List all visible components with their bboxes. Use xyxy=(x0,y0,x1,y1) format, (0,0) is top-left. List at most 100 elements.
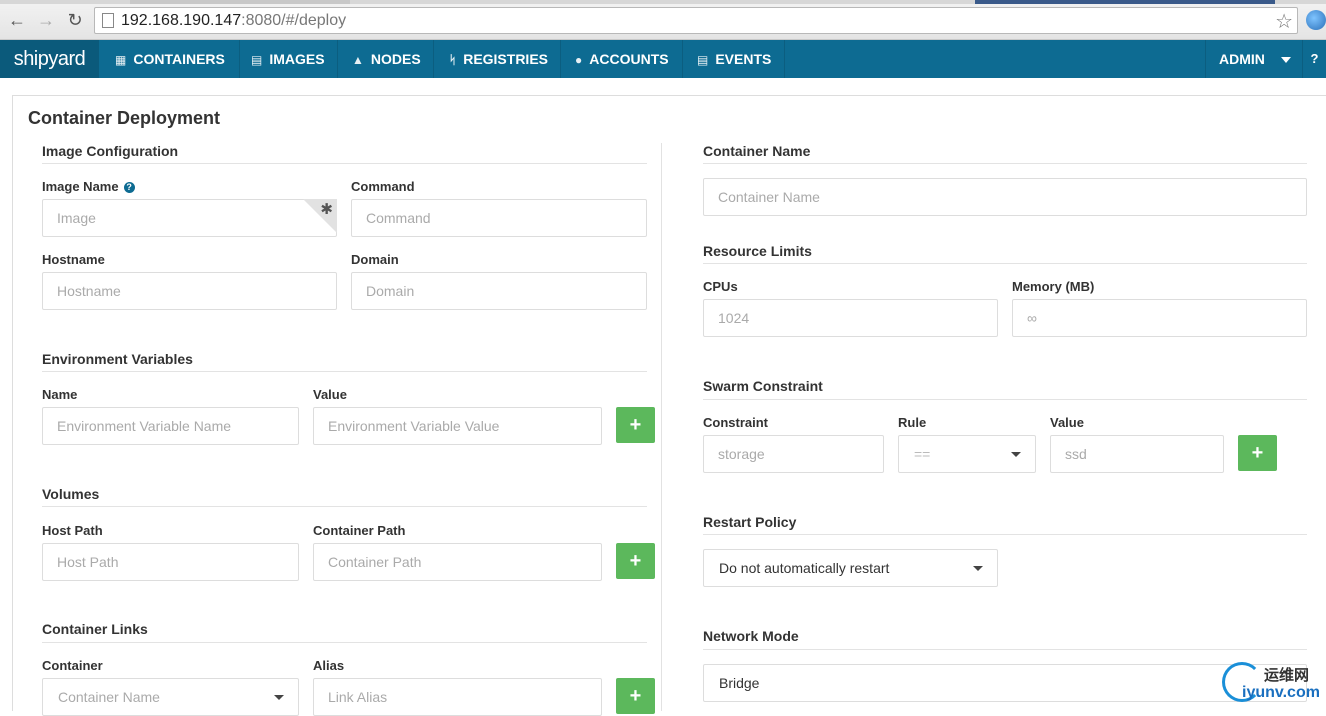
watermark-domain: iyunv.com xyxy=(1242,684,1320,701)
link-container-label: Container xyxy=(42,658,103,673)
command-input[interactable] xyxy=(351,199,647,237)
user-name: ADMIN xyxy=(1219,51,1265,67)
volumes-title: Volumes xyxy=(42,486,100,502)
extension-globe-icon[interactable] xyxy=(1306,10,1326,30)
container-name-input[interactable] xyxy=(703,178,1307,216)
section-divider xyxy=(42,371,647,372)
add-link-button[interactable]: + xyxy=(616,678,655,714)
container-links-title: Container Links xyxy=(42,621,148,637)
grid-icon: ▦ xyxy=(115,53,127,67)
env-value-input[interactable] xyxy=(313,407,602,445)
required-asterisk-icon: ✱ xyxy=(320,201,333,218)
link-container-value: Container Name xyxy=(58,689,160,705)
network-mode-title: Network Mode xyxy=(703,628,799,644)
reload-icon[interactable]: ↻ xyxy=(64,9,86,31)
constraint-label: Constraint xyxy=(703,415,768,430)
add-volume-button[interactable]: + xyxy=(616,543,655,579)
swarm-value-label: Value xyxy=(1050,415,1084,430)
section-divider xyxy=(703,649,1307,650)
link-alias-input[interactable] xyxy=(313,678,602,716)
container-path-input[interactable] xyxy=(313,543,602,581)
env-name-label: Name xyxy=(42,387,78,402)
column-divider xyxy=(661,143,662,711)
env-name-input[interactable] xyxy=(42,407,299,445)
nav-events[interactable]: ▤ EVENTS xyxy=(683,40,786,78)
network-mode-value: Bridge xyxy=(719,675,760,691)
network-mode-select[interactable]: Bridge xyxy=(703,664,1307,702)
section-divider xyxy=(42,163,647,164)
section-divider xyxy=(42,642,647,643)
bookmark-star-icon[interactable]: ☆ xyxy=(1275,9,1293,34)
brand-logo[interactable]: shipyard xyxy=(0,40,99,78)
chevron-down-icon xyxy=(1281,57,1291,63)
image-field-wrap: ✱ xyxy=(42,199,337,237)
browser-tab[interactable] xyxy=(130,0,350,4)
constraint-input[interactable] xyxy=(703,435,884,473)
nav-accounts[interactable]: ● ACCOUNTS xyxy=(559,40,683,78)
rule-label: Rule xyxy=(898,415,927,430)
resource-limits-title: Resource Limits xyxy=(703,243,812,259)
add-env-button[interactable]: + xyxy=(616,407,655,443)
nav-nodes[interactable]: ▲ NODES xyxy=(337,40,434,78)
page-icon xyxy=(102,13,114,28)
url-text[interactable]: 192.168.190.147:8080/#/deploy xyxy=(121,12,346,30)
nav-registries[interactable]: ᛋ REGISTRIES xyxy=(433,40,561,78)
watermark-text: 运维网 xyxy=(1264,667,1310,684)
restart-policy-select[interactable]: Do not automatically restart xyxy=(703,549,998,587)
env-value-label: Value xyxy=(313,387,347,402)
section-divider xyxy=(703,263,1307,264)
container-name-title: Container Name xyxy=(703,143,811,159)
caret-down-icon xyxy=(274,695,284,700)
user-menu[interactable]: ADMIN xyxy=(1205,40,1302,78)
fork-icon: ᛋ xyxy=(449,53,457,67)
section-divider xyxy=(703,534,1307,535)
user-icon: ● xyxy=(575,53,583,67)
link-container-select[interactable]: Container Name xyxy=(42,678,299,716)
address-bar[interactable]: 192.168.190.147:8080/#/deploy ☆ xyxy=(94,7,1298,34)
forward-arrow-icon[interactable]: → xyxy=(35,9,57,31)
page-title: Container Deployment xyxy=(28,108,221,128)
browser-tab[interactable] xyxy=(975,0,1275,4)
section-divider xyxy=(703,163,1307,164)
swarm-constraint-title: Swarm Constraint xyxy=(703,378,823,394)
swarm-value-input[interactable] xyxy=(1050,435,1224,473)
help-button[interactable]: ? xyxy=(1302,40,1326,78)
cpus-label: CPUs xyxy=(703,279,738,294)
hostname-label: Hostname xyxy=(42,252,105,267)
env-vars-title: Environment Variables xyxy=(42,351,193,367)
watermark-logo: 运维网 iyunv.com xyxy=(1222,660,1326,706)
hostname-input[interactable] xyxy=(42,272,337,310)
image-config-title: Image Configuration xyxy=(42,143,179,159)
restart-policy-value: Do not automatically restart xyxy=(719,560,890,576)
nav-containers[interactable]: ▦ CONTAINERS xyxy=(99,40,240,78)
browser-tab-strip xyxy=(0,0,1326,4)
drive-icon: ▤ xyxy=(251,53,263,67)
host-path-label: Host Path xyxy=(42,523,103,538)
command-label: Command xyxy=(351,179,415,194)
top-navbar: shipyard ▦ CONTAINERS ▤ IMAGES ▲ NODES ᛋ REG… xyxy=(0,40,1326,78)
cpus-input[interactable] xyxy=(703,299,998,337)
browser-toolbar: ← → ↻ 192.168.190.147:8080/#/deploy ☆ xyxy=(0,0,1326,40)
list-icon: ▤ xyxy=(697,53,709,67)
image-name-label: Image Name? xyxy=(42,179,135,194)
back-arrow-icon[interactable]: ← xyxy=(6,9,28,31)
restart-policy-title: Restart Policy xyxy=(703,514,797,530)
caret-down-icon xyxy=(1011,452,1021,457)
host-path-input[interactable] xyxy=(42,543,299,581)
rule-select[interactable]: == xyxy=(898,435,1036,473)
nav-images[interactable]: ▤ IMAGES xyxy=(236,40,338,78)
container-path-label: Container Path xyxy=(313,523,406,538)
question-icon[interactable]: ? xyxy=(123,182,135,193)
memory-input[interactable] xyxy=(1012,299,1307,337)
memory-label: Memory (MB) xyxy=(1012,279,1095,294)
domain-input[interactable] xyxy=(351,272,647,310)
rule-value: == xyxy=(914,446,931,462)
link-alias-label: Alias xyxy=(313,658,345,673)
section-divider xyxy=(42,506,647,507)
section-divider xyxy=(703,399,1307,400)
add-constraint-button[interactable]: + xyxy=(1238,435,1277,471)
image-input[interactable] xyxy=(42,199,337,237)
domain-label: Domain xyxy=(351,252,399,267)
sitemap-icon: ▲ xyxy=(352,53,364,67)
caret-down-icon xyxy=(973,566,983,571)
